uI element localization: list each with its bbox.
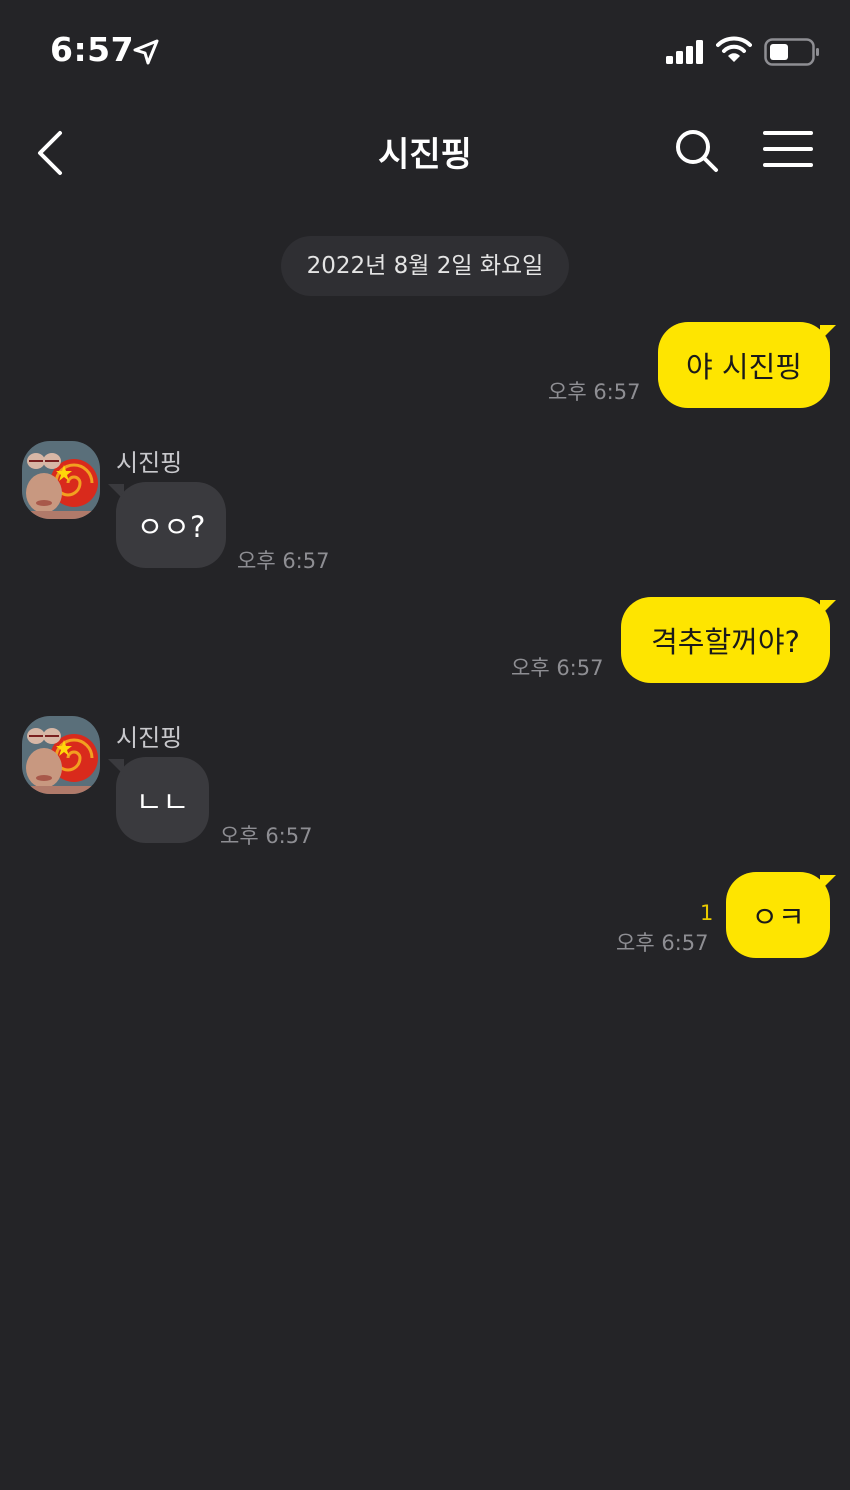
signal-icon — [666, 40, 703, 64]
avatar[interactable] — [22, 441, 100, 519]
sender-name: 시진핑 — [116, 449, 183, 477]
menu-icon — [763, 131, 813, 167]
chat-title: 시진핑 — [378, 135, 472, 175]
search-icon — [676, 130, 718, 172]
snail-avatar-icon — [22, 441, 100, 519]
message-text: 격추할꺼야? — [651, 625, 800, 659]
their-message-bubble[interactable]: ㅇㅇ? — [116, 482, 226, 568]
status-bar: 6:57 — [0, 0, 850, 100]
message-timestamp: 오후 6:57 — [548, 380, 641, 404]
message-timestamp: 오후 6:57 — [511, 656, 604, 680]
my-message-bubble[interactable]: ㅇㅋ — [726, 872, 830, 958]
search-button[interactable] — [672, 126, 722, 176]
unread-count: 1 — [700, 901, 714, 925]
date-divider: 2022년 8월 2일 화요일 — [281, 236, 569, 296]
sender-name: 시진핑 — [116, 724, 183, 752]
message-text: ㅇㅋ — [751, 900, 805, 934]
battery-icon — [764, 38, 819, 66]
avatar[interactable] — [22, 716, 100, 794]
bubble-tail — [820, 875, 836, 891]
message-text: ㄴㄴ — [135, 785, 190, 819]
status-time: 6:57 — [50, 30, 135, 69]
message-text: ㅇㅇ? — [136, 510, 206, 544]
message-timestamp: 오후 6:57 — [237, 549, 330, 573]
location-arrow-icon — [133, 39, 159, 65]
chat-header: 시진핑 — [0, 110, 850, 190]
message-timestamp: 오후 6:57 — [220, 824, 313, 848]
my-message-bubble[interactable]: 야 시진핑 — [658, 322, 830, 408]
my-message-bubble[interactable]: 격추할꺼야? — [621, 597, 830, 683]
wifi-icon — [716, 36, 752, 62]
bubble-tail — [820, 600, 836, 616]
their-message-bubble[interactable]: ㄴㄴ — [116, 757, 209, 843]
menu-button[interactable] — [762, 128, 814, 172]
message-text: 야 시진핑 — [686, 350, 802, 384]
message-timestamp: 오후 6:57 — [616, 931, 709, 955]
snail-avatar-icon — [22, 716, 100, 794]
bubble-tail — [820, 325, 836, 341]
